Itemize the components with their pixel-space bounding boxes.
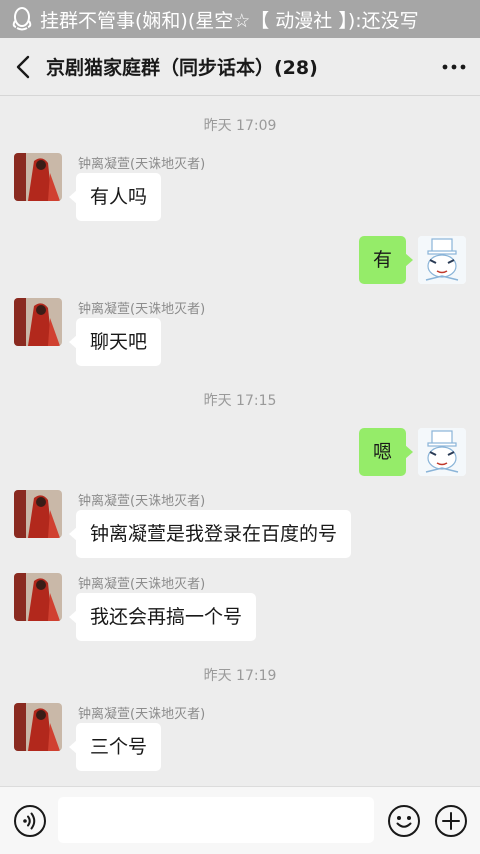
emoji-icon <box>388 805 420 837</box>
chat-header: 京剧猫家庭群（同步话本）(28) <box>0 38 480 96</box>
message-item: 嗯 <box>246 428 466 476</box>
voice-icon <box>14 805 46 837</box>
timestamp: 昨天 17:19 <box>203 668 277 684</box>
notification-bar[interactable]: 挂群不管事(娴和)(星空☆【 动漫社 】):还没写 <box>0 0 480 38</box>
message-bubble[interactable]: 三个号 <box>68 723 162 771</box>
avatar[interactable] <box>14 573 62 621</box>
timestamp: 昨天 17:09 <box>203 118 277 134</box>
message-bubble-mine[interactable]: 有 <box>358 236 414 284</box>
notification-text: 挂群不管事(娴和)(星空☆【 动漫社 】):还没写 <box>40 9 419 32</box>
message-list[interactable]: 昨天 17:09 钟离凝萱(天诛地灭者) 有人吗 有 钟离凝萱(天诛地灭者) 聊… <box>0 97 480 785</box>
message-bubble[interactable]: 聊天吧 <box>68 318 162 366</box>
my-avatar[interactable] <box>418 236 466 284</box>
avatar[interactable] <box>14 153 62 201</box>
more-button[interactable] <box>428 38 480 96</box>
message-input[interactable] <box>58 797 374 843</box>
my-avatar[interactable] <box>418 428 466 476</box>
avatar[interactable] <box>14 490 62 538</box>
voice-button[interactable] <box>13 804 47 838</box>
message-bubble[interactable]: 我还会再搞一个号 <box>68 593 257 641</box>
sender-name: 钟离凝萱(天诛地灭者) <box>78 577 206 592</box>
avatar[interactable] <box>14 703 62 751</box>
sender-name: 钟离凝萱(天诛地灭者) <box>78 494 206 509</box>
back-button[interactable] <box>0 38 46 96</box>
input-bar <box>0 786 480 854</box>
sender-name: 钟离凝萱(天诛地灭者) <box>78 157 206 172</box>
message-item: 有 <box>246 236 466 284</box>
more-dots-icon <box>442 64 466 69</box>
qq-penguin-icon <box>12 7 32 31</box>
chevron-left-icon <box>16 55 30 78</box>
chat-title: 京剧猫家庭群（同步话本）(28) <box>46 57 318 79</box>
plus-icon <box>435 805 467 837</box>
sender-name: 钟离凝萱(天诛地灭者) <box>78 302 206 317</box>
sender-name: 钟离凝萱(天诛地灭者) <box>78 707 206 722</box>
avatar[interactable] <box>14 298 62 346</box>
more-functions-button[interactable] <box>434 804 468 838</box>
message-bubble[interactable]: 有人吗 <box>68 173 162 221</box>
message-bubble[interactable]: 钟离凝萱是我登录在百度的号 <box>68 510 352 558</box>
timestamp: 昨天 17:15 <box>203 393 277 409</box>
message-bubble-mine[interactable]: 嗯 <box>358 428 414 476</box>
emoji-button[interactable] <box>387 804 421 838</box>
